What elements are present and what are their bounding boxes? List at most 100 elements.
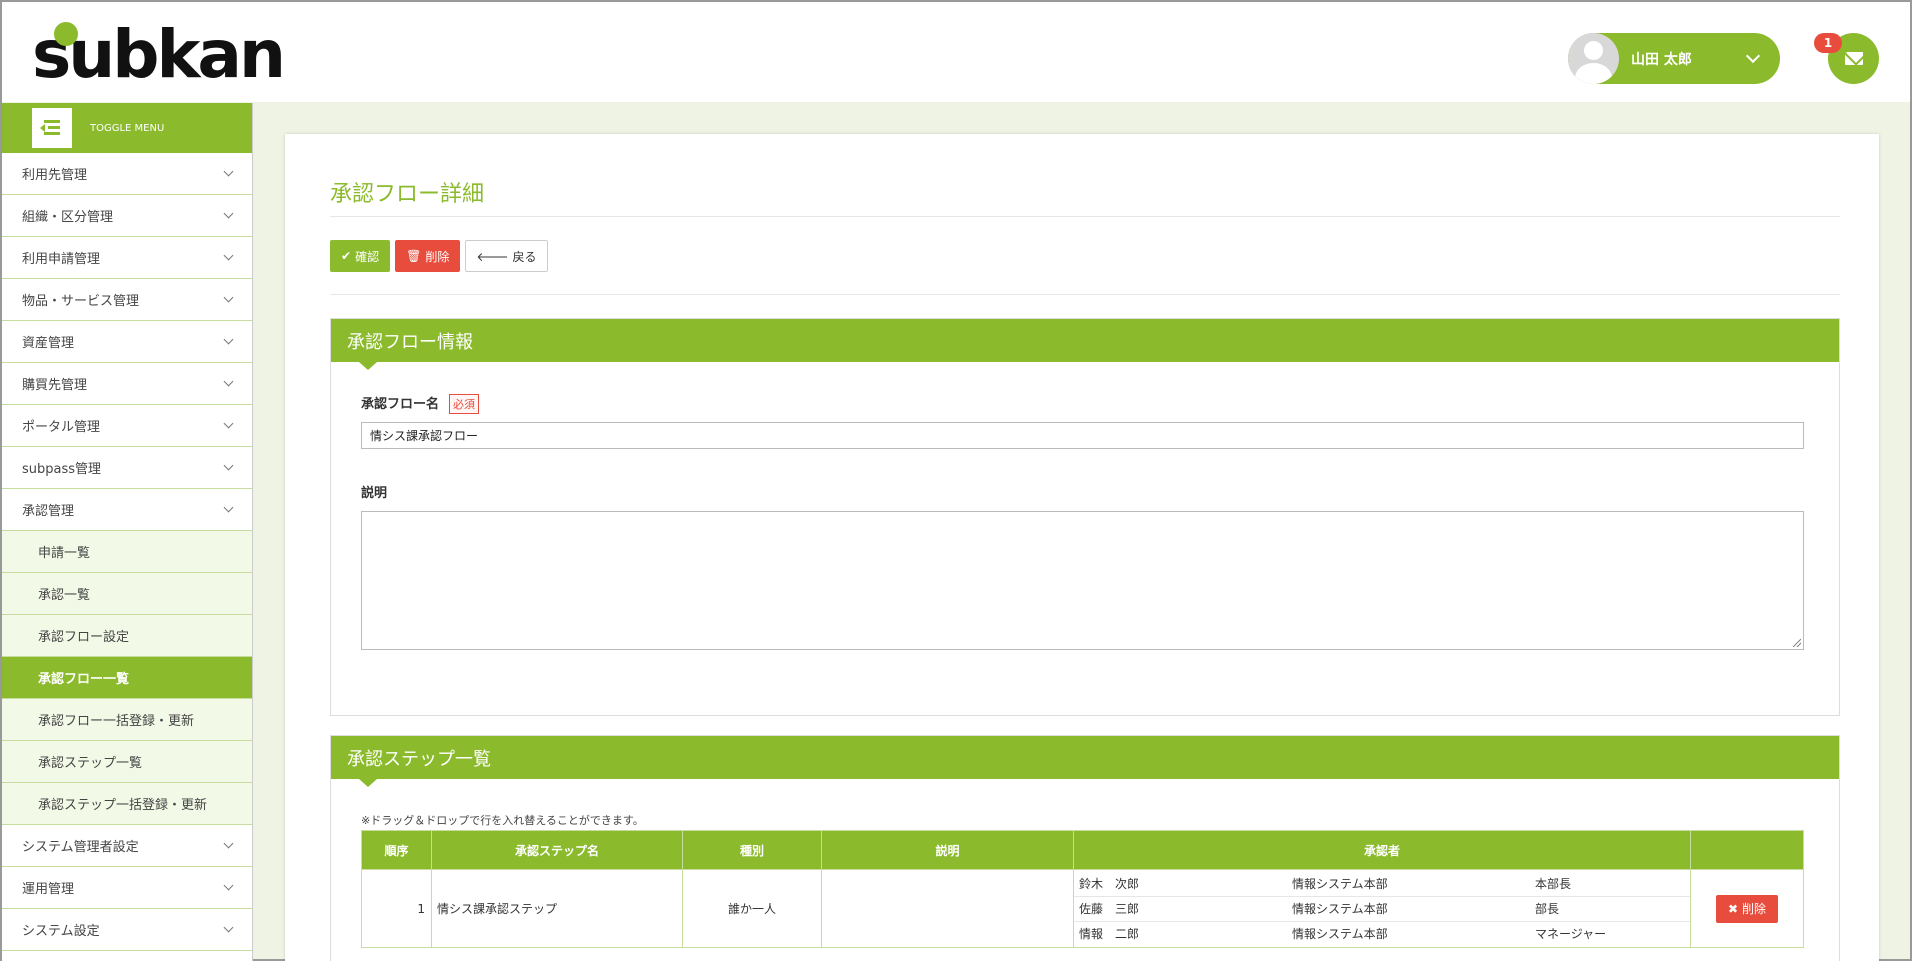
approver-dept: 情報システム本部: [1292, 927, 1388, 942]
back-label: 戻る: [512, 249, 537, 264]
sidebar-item-label: 運用管理: [22, 882, 75, 897]
approver-title: 本部長: [1530, 871, 1690, 897]
user-name: 山田 太郎: [1631, 51, 1692, 68]
flow-name-input[interactable]: 情シス課承認フロー: [361, 422, 1804, 449]
approver-dept: 情報システム本部: [1287, 871, 1530, 897]
confirm-button[interactable]: ✔ 確認: [330, 240, 391, 272]
step-type: 誰か一人: [682, 869, 822, 948]
chevron-down-icon: [223, 334, 234, 345]
sidebar-item-operations[interactable]: 運用管理: [2, 867, 252, 909]
sidebar-subitem-step-list[interactable]: 承認ステップ一覧: [2, 741, 252, 783]
sidebar-item-label: システム設定: [22, 924, 100, 939]
drag-drop-note: ※ドラッグ＆ドロップで行を入れ替えることができます。: [361, 814, 644, 827]
approver-name: 鈴木 次郎: [1074, 871, 1287, 897]
step-description: [821, 869, 1074, 948]
sidebar-item-client-mgmt[interactable]: 利用先管理: [2, 153, 252, 195]
sidebar-subitem-flow-bulk[interactable]: 承認フロー一括登録・更新: [2, 699, 252, 741]
notification-badge: 1: [1814, 33, 1842, 53]
steps-table: 順序 承認ステップ名 種別 説明 承認者 1 情シス課承認ステップ 誰か一人 鈴…: [361, 830, 1804, 948]
sidebar-item-admin-settings[interactable]: システム管理者設定: [2, 825, 252, 867]
subkan-logo[interactable]: subkan: [32, 22, 286, 88]
delete-button[interactable]: 🗑 削除: [395, 240, 461, 272]
sidebar-subitem-request-list[interactable]: 申請一覧: [2, 531, 252, 573]
approver-row: 鈴木 次郎 情報システム本部 本部長: [1074, 871, 1690, 897]
sidebar-item-label: 利用申請管理: [22, 252, 101, 267]
confirm-label: 確認: [355, 249, 380, 264]
chevron-down-icon: [223, 208, 234, 219]
chevron-down-icon: [223, 922, 234, 933]
main-content: 承認フロー詳細 ✔ 確認 🗑 削除 🡐 戻る 承認フロー情報 承認フロー名 必須 …: [285, 134, 1879, 961]
column-header: 説明: [821, 830, 1074, 870]
close-icon: ✖: [1727, 901, 1739, 916]
sidebar-item-label: システム管理者設定: [22, 840, 139, 855]
logo-dot: [54, 22, 78, 46]
resize-handle[interactable]: [1793, 639, 1801, 647]
menu-toggle-icon: [32, 108, 72, 148]
approver-name: 佐藤 三郎: [1074, 896, 1287, 922]
field-label-text: 承認フロー名: [361, 397, 440, 412]
chevron-down-icon: [223, 838, 234, 849]
sidebar-item-system-settings[interactable]: システム設定: [2, 909, 252, 951]
panel-heading: 承認フロー情報: [331, 319, 1839, 370]
sidebar-item-vendor-mgmt[interactable]: 購買先管理: [2, 363, 252, 405]
sidebar: TOGGLE MENU 利用先管理 組織・区分管理 利用申請管理 物品・サービス…: [2, 103, 253, 961]
chevron-down-icon: [223, 292, 234, 303]
approver-dept: 情報システム本部: [1287, 896, 1530, 922]
chevron-down-icon: [223, 166, 234, 177]
step-order: 1: [361, 869, 432, 948]
avatar: [1568, 33, 1619, 84]
step-name: 情シス課承認ステップ: [431, 869, 683, 948]
column-header: 種別: [682, 830, 822, 870]
delete-label: 削除: [425, 249, 450, 264]
sidebar-item-portal-mgmt[interactable]: ポータル管理: [2, 405, 252, 447]
sidebar-subitem-flow-list[interactable]: 承認フロー一覧: [2, 657, 252, 699]
sidebar-item-label: 利用先管理: [22, 168, 88, 183]
sidebar-item-goods-mgmt[interactable]: 物品・サービス管理: [2, 279, 252, 321]
row-delete-label: 削除: [1742, 902, 1767, 916]
envelope-icon: [1845, 52, 1863, 65]
chevron-down-icon: [223, 460, 234, 471]
sidebar-item-subpass-mgmt[interactable]: subpass管理: [2, 447, 252, 489]
sidebar-item-label: 購買先管理: [22, 378, 88, 393]
sidebar-item-request-mgmt[interactable]: 利用申請管理: [2, 237, 252, 279]
sidebar-item-label: subpass管理: [22, 462, 102, 477]
sidebar-item-label: 資産管理: [22, 336, 75, 351]
chevron-down-icon: [223, 250, 234, 261]
divider: [330, 294, 1840, 295]
page-title: 承認フロー詳細: [330, 182, 485, 207]
sidebar-subitem-flow-settings[interactable]: 承認フロー設定: [2, 615, 252, 657]
toggle-menu-button[interactable]: TOGGLE MENU: [2, 103, 252, 153]
check-icon: ✔: [341, 249, 352, 263]
sidebar-item-label: 組織・区分管理: [22, 210, 114, 225]
user-menu-button[interactable]: 山田 太郎: [1568, 33, 1780, 84]
column-header: 順序: [361, 830, 432, 870]
toggle-menu-label: TOGGLE MENU: [90, 122, 165, 134]
chevron-down-icon: [223, 418, 234, 429]
required-badge: 必須: [449, 394, 480, 414]
sidebar-subitem-step-bulk[interactable]: 承認ステップ一括登録・更新: [2, 783, 252, 825]
chevron-down-icon: [223, 502, 234, 513]
approvers-list: 鈴木 次郎 情報システム本部 本部長 佐藤 三郎 情報システム本部 部長 情報 …: [1074, 871, 1690, 946]
description-label: 説明: [361, 486, 388, 501]
header: subkan 山田 太郎 1: [2, 2, 1910, 102]
chevron-down-icon: [1745, 48, 1761, 64]
sidebar-subitem-approval-list[interactable]: 承認一覧: [2, 573, 252, 615]
sidebar-item-approval-mgmt[interactable]: 承認管理: [2, 489, 252, 531]
row-delete-button[interactable]: ✖ 削除: [1715, 894, 1779, 923]
trash-icon: 🗑: [406, 249, 422, 263]
approver-title: マネージャー: [1535, 927, 1607, 942]
approvers-cell: 鈴木 次郎 情報システム本部 本部長 佐藤 三郎 情報システム本部 部長 情報 …: [1073, 869, 1691, 948]
chevron-down-icon: [223, 880, 234, 891]
chevron-down-icon: [223, 376, 234, 387]
approver-name: 情報 二郎: [1079, 927, 1140, 942]
table-row[interactable]: 1 情シス課承認ステップ 誰か一人 鈴木 次郎 情報システム本部 本部長 佐藤 …: [361, 869, 1804, 948]
sidebar-item-org-mgmt[interactable]: 組織・区分管理: [2, 195, 252, 237]
approver-row: 情報 二郎 情報システム本部 マネージャー: [1074, 921, 1690, 946]
sidebar-item-label: 承認管理: [22, 504, 75, 519]
row-action-cell: ✖ 削除: [1690, 869, 1804, 948]
approver-title: 部長: [1530, 896, 1690, 922]
back-button[interactable]: 🡐 戻る: [465, 240, 548, 272]
description-textarea[interactable]: [361, 511, 1804, 650]
sidebar-item-asset-mgmt[interactable]: 資産管理: [2, 321, 252, 363]
sidebar-item-label: ポータル管理: [22, 420, 101, 435]
